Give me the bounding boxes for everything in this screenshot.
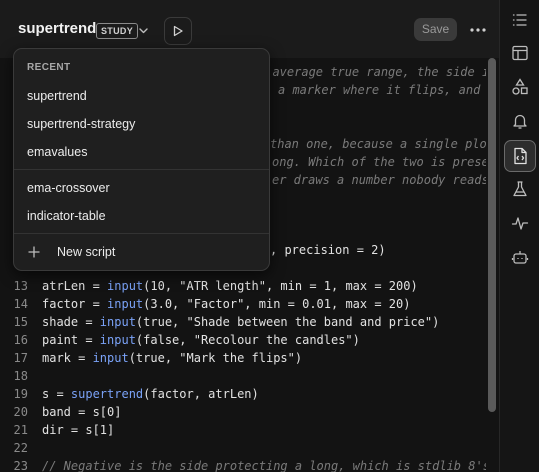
code-line: paint = input(false, "Recolour the candl… (42, 333, 360, 347)
menu-item-supertrend-strategy[interactable]: supertrend-strategy (27, 117, 135, 131)
line-number: 13 (13, 279, 28, 293)
code-line-partial: ong. Which of the two is present on (272, 155, 486, 169)
right-toolbar (499, 0, 539, 472)
line-number: 17 (13, 351, 28, 365)
code-line: s = supertrend(factor, atrLen) (42, 387, 259, 401)
code-line-partial: , precision = 2) (270, 243, 386, 257)
line-number: 16 (13, 333, 28, 347)
code-file-icon[interactable] (504, 140, 536, 172)
editor-scrollbar[interactable] (488, 58, 496, 412)
run-button[interactable] (164, 17, 192, 45)
menu-divider (14, 233, 269, 234)
menu-divider (14, 169, 269, 170)
play-icon (173, 25, 183, 37)
line-number: 14 (13, 297, 28, 311)
code-line: shade = input(true, "Shade between the b… (42, 315, 440, 329)
code-line-partial: m average true range, the side it is (258, 65, 486, 79)
code-line-partial: er draws a number nobody reads. (272, 173, 486, 187)
recent-scripts-menu: RECENT supertrend supertrend-strategy em… (13, 48, 270, 271)
code-line-partial: than one, because a single plotted c (270, 137, 486, 151)
code-line: band = s[0] (42, 405, 122, 419)
pulse-icon[interactable] (505, 208, 535, 238)
menu-item-indicator-table[interactable]: indicator-table (27, 209, 106, 223)
bell-icon[interactable] (505, 106, 535, 136)
plus-icon (28, 246, 40, 258)
code-line: dir = s[1] (42, 423, 115, 437)
chevron-down-icon[interactable] (137, 24, 150, 37)
study-badge: STUDY (96, 23, 139, 39)
shapes-icon[interactable] (505, 72, 535, 102)
menu-item-ema-crossover[interactable]: ema-crossover (27, 181, 110, 195)
menu-item-supertrend[interactable]: supertrend (27, 89, 87, 103)
line-number: 15 (13, 315, 28, 329)
code-line: mark = input(true, "Mark the flips") (42, 351, 303, 365)
line-number: 18 (13, 369, 28, 383)
bot-icon[interactable] (505, 242, 535, 272)
code-line: factor = input(3.0, "Factor", min = 0.01… (42, 297, 411, 311)
list-icon[interactable] (505, 5, 535, 35)
line-number: 21 (13, 423, 28, 437)
layout-icon[interactable] (505, 38, 535, 68)
code-line-partial: a marker where it flips, and an al (278, 83, 481, 97)
recent-section-label: RECENT (27, 62, 71, 73)
code-line: atrLen = input(10, "ATR length", min = 1… (42, 279, 418, 293)
script-title[interactable]: supertrend (18, 20, 96, 37)
new-script-label: New script (57, 245, 116, 259)
save-button[interactable]: Save (414, 18, 457, 41)
code-line: // Negative is the side protecting a lon… (42, 459, 486, 472)
flask-icon[interactable] (505, 174, 535, 204)
menu-item-emavalues[interactable]: emavalues (27, 145, 87, 159)
line-number: 20 (13, 405, 28, 419)
more-options-icon[interactable] (468, 20, 488, 40)
line-number: 19 (13, 387, 28, 401)
line-number: 23 (13, 459, 28, 472)
line-number: 22 (13, 441, 28, 455)
